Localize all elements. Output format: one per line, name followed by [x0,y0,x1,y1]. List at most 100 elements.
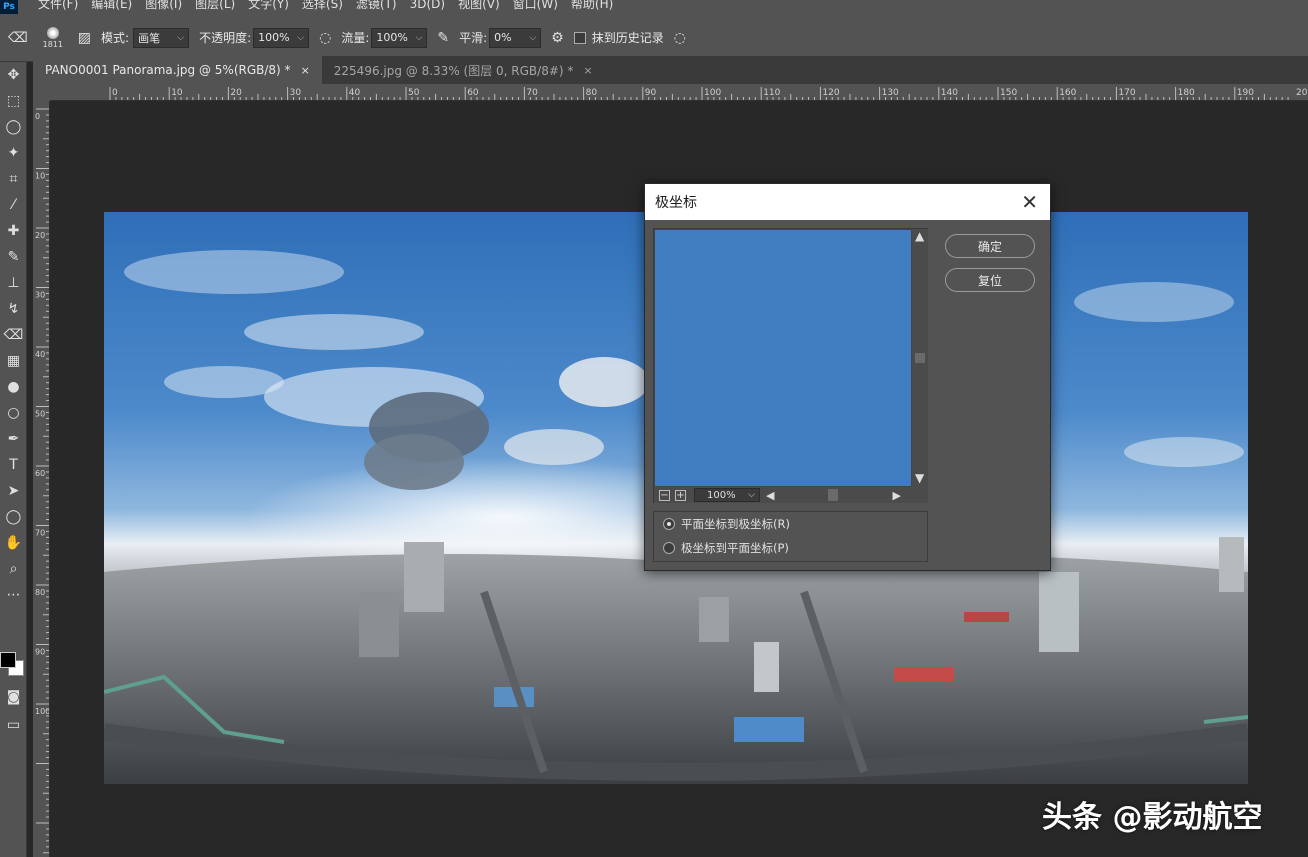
dialog-titlebar[interactable]: 极坐标 ✕ [645,184,1050,220]
menu-view[interactable]: 视图(V) [458,0,500,10]
close-icon[interactable]: × [301,64,310,77]
preview-vertical-scrollbar[interactable]: ▲ ▼ [912,229,928,487]
horizontal-scrollbar-thumb[interactable] [828,489,839,501]
ruler-label: 70 [526,88,538,98]
history-brush-tool-icon[interactable]: ↯ [0,296,27,322]
scroll-down-icon[interactable]: ▼ [915,471,924,485]
airbrush-icon[interactable]: ✎ [437,30,449,46]
marquee-tool-icon[interactable]: ⬚ [0,88,27,114]
zoom-select[interactable]: 100% ⌵ [694,488,760,502]
watermark-text: 头条 @影动航空 [1042,800,1263,835]
flow-field[interactable]: 100% ⌵ [371,27,428,48]
close-icon[interactable]: ✕ [1021,190,1038,214]
menu-window[interactable]: 窗口(W) [513,0,558,10]
gear-icon[interactable]: ⚙ [551,30,564,46]
screen-mode-icon[interactable]: ▭ [0,712,27,738]
tab-pano0001[interactable]: PANO0001 Panorama.jpg @ 5%(RGB/8) * × [33,56,322,84]
hand-tool-icon[interactable]: ✋ [0,530,27,556]
foreground-color-swatch[interactable] [0,652,16,668]
erase-history-checkbox[interactable] [573,31,586,44]
smooth-label: 平滑: [459,31,488,45]
brush-tip-icon [46,26,59,39]
chevron-down-icon: ⌵ [748,490,755,500]
reset-button[interactable]: 复位 [945,268,1035,292]
type-tool-icon[interactable]: T [0,452,27,478]
pressure-opacity-icon[interactable]: ◌ [319,30,331,46]
chevron-down-icon[interactable]: ⌵ [297,33,304,43]
ruler-label: 80 [586,88,598,98]
ruler-label: 40 [35,350,45,359]
more-tools-icon[interactable]: ⋯ [0,582,27,608]
chevron-down-icon[interactable]: ⌵ [529,33,536,43]
zoom-value: 100% [707,489,736,501]
menu-image[interactable]: 图像(I) [145,0,182,10]
polar-coordinates-dialog: 极坐标 ✕ ▲ ▼ − + 100% ⌵ ◀ ▶ 确定 复位 平面坐标到极坐标(… [644,183,1051,571]
scroll-up-icon[interactable]: ▲ [915,229,924,243]
dialog-title: 极坐标 [655,195,697,211]
opacity-value: 100% [258,31,290,44]
horizontal-ruler[interactable]: 0 10 20 30 40 50 60 70 80 90 100 110 120 130 140 150 160… [50,84,1308,101]
ruler-corner[interactable] [33,84,50,101]
option-polar-to-rect[interactable]: 极坐标到平面坐标(P) [654,536,927,560]
option-rect-to-polar[interactable]: 平面坐标到极坐标(R) [654,512,927,536]
move-tool-icon[interactable]: ✥ [0,62,27,88]
ok-button[interactable]: 确定 [945,234,1035,258]
mode-dropdown[interactable]: 画笔 ⌵ [133,27,190,48]
eraser-tool-icon[interactable]: ⌫ [0,322,27,348]
brush-settings-icon[interactable]: ▨ [78,30,91,46]
ruler-label: 20 [35,231,45,240]
radio-polar-to-rect[interactable] [663,542,675,554]
ruler-label: 190 [1237,88,1254,98]
menu-filter[interactable]: 滤镜(T) [356,0,397,10]
zoom-out-button[interactable]: − [659,489,670,501]
scrollbar-thumb[interactable] [915,353,925,363]
opacity-label: 不透明度: [199,31,252,45]
menu-help[interactable]: 帮助(H) [571,0,613,10]
pen-tool-icon[interactable]: ✒ [0,426,27,452]
eyedropper-tool-icon[interactable]: ⁄ [0,192,27,218]
lasso-tool-icon[interactable]: ◯ [0,114,27,140]
radio-rect-to-polar[interactable] [663,518,675,530]
ellipse-tool-icon[interactable]: ◯ [0,504,27,530]
chevron-down-icon[interactable]: ⌵ [416,33,423,43]
preview-image[interactable] [655,230,911,486]
path-selection-tool-icon[interactable]: ➤ [0,478,27,504]
vertical-ruler[interactable]: 0 10 20 30 40 50 60 70 80 90 100 [33,101,50,857]
opacity-field[interactable]: 100% ⌵ [253,27,310,48]
menu-file[interactable]: 文件(F) [38,0,78,10]
menu-3d[interactable]: 3D(D) [410,0,445,10]
menu-type[interactable]: 文字(Y) [248,0,289,10]
zoom-tool-icon[interactable]: ⌕ [0,556,27,582]
healing-brush-tool-icon[interactable]: ✚ [0,218,27,244]
zoom-in-button[interactable]: + [675,489,686,501]
ruler-label: 0 [35,112,40,121]
close-icon[interactable]: × [583,64,592,77]
ruler-label: 10 [171,88,183,98]
menu-layer[interactable]: 图层(L) [195,0,235,10]
tab-label: PANO0001 Panorama.jpg @ 5%(RGB/8) * [45,63,291,77]
tools-panel: ✥ ⬚ ◯ ✦ ⌗ ⁄ ✚ ✎ ⊥ ↯ ⌫ ▦ ● ○ ✒ T ➤ ◯ ✋ ⌕ … [0,62,27,857]
vertical-ruler-ticks: 0 10 20 30 40 50 60 70 80 90 100 [35,108,49,854]
menu-select[interactable]: 选择(S) [302,0,343,10]
tab-225496[interactable]: 225496.jpg @ 8.33% (图层 0, RGB/8#) * × [322,56,605,84]
menu-edit[interactable]: 编辑(E) [91,0,132,10]
ruler-label: 170 [1118,88,1135,98]
magic-wand-tool-icon[interactable]: ✦ [0,140,27,166]
brush-preset-picker[interactable]: 1811 [38,21,68,55]
blur-tool-icon[interactable]: ● [0,374,27,400]
clone-stamp-tool-icon[interactable]: ⊥ [0,270,27,296]
dodge-tool-icon[interactable]: ○ [0,400,27,426]
pressure-size-icon[interactable]: ◌ [674,30,686,46]
ruler-label: 60 [35,469,45,478]
gradient-tool-icon[interactable]: ▦ [0,348,27,374]
scroll-right-icon[interactable]: ▶ [892,489,900,502]
scroll-left-icon[interactable]: ◀ [766,489,774,502]
ruler-label: 90 [35,648,45,657]
crop-tool-icon[interactable]: ⌗ [0,166,27,192]
brush-tool-icon[interactable]: ✎ [0,244,27,270]
quick-mask-icon[interactable]: ◙ [0,684,27,710]
option-rect-to-polar-label: 平面坐标到极坐标(R) [681,517,790,531]
smooth-field[interactable]: 0% ⌵ [489,27,542,48]
smooth-value: 0% [494,31,512,44]
eraser-tool-icon[interactable]: ⌫ [8,30,28,46]
